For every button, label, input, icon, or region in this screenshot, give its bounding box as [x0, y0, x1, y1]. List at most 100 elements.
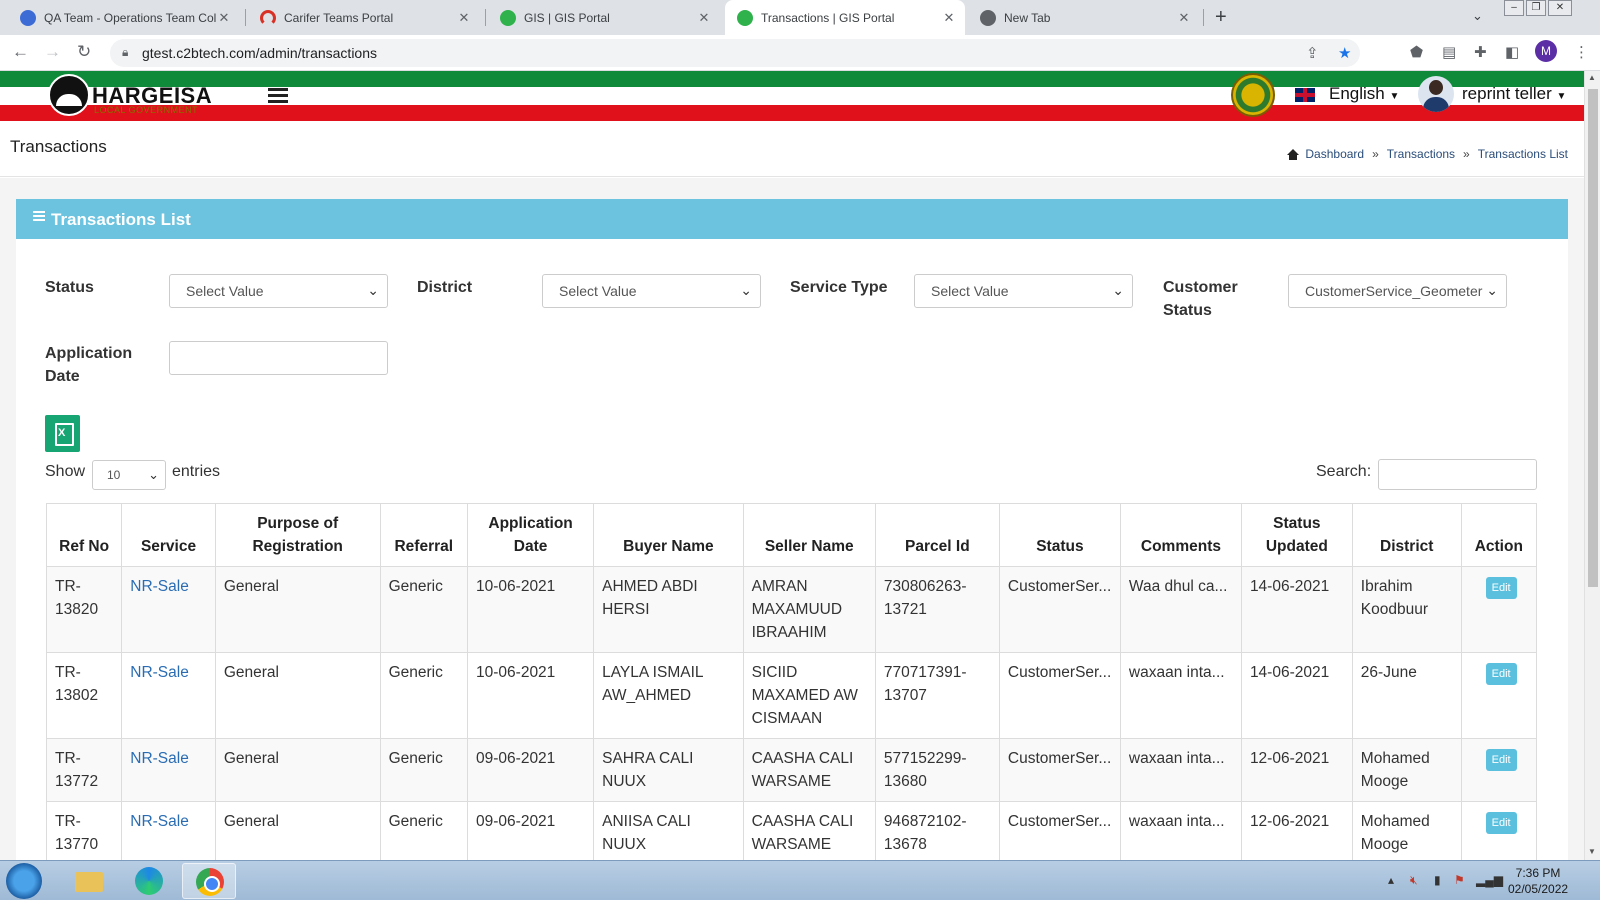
search-label: Search:: [1316, 463, 1372, 480]
taskbar-edge[interactable]: [122, 863, 176, 899]
cell-status-updated: 12-06-2021: [1240, 738, 1353, 802]
tray-network-error-icon[interactable]: ⚑: [1454, 873, 1465, 887]
profile-avatar[interactable]: M: [1535, 40, 1557, 62]
column-header[interactable]: Application Date: [467, 503, 595, 567]
column-header[interactable]: Seller Name: [742, 503, 876, 567]
table-row: TR-13802 NR-Sale General Generic 10-06-2…: [45, 652, 1538, 739]
customer-status-filter-select[interactable]: CustomerService_Geometer ⌄: [1288, 274, 1507, 308]
edit-button[interactable]: Edit: [1485, 577, 1517, 599]
breadcrumb-separator: »: [1372, 147, 1379, 161]
scroll-up-icon[interactable]: ▲: [1588, 73, 1596, 82]
search-input[interactable]: [1378, 459, 1537, 490]
chevron-down-icon: ⌄: [740, 282, 752, 298]
column-header[interactable]: Status: [998, 503, 1121, 567]
close-window-icon[interactable]: ✕: [1548, 0, 1572, 16]
tray-expand-icon[interactable]: ▴: [1388, 873, 1394, 887]
service-link[interactable]: NR-Sale: [130, 578, 189, 595]
edge-icon: [135, 867, 163, 895]
close-tab-icon[interactable]: ✕: [1176, 10, 1192, 26]
minimize-window-icon[interactable]: –: [1504, 0, 1524, 16]
close-tab-icon[interactable]: ✕: [941, 10, 957, 26]
column-header[interactable]: Buyer Name: [593, 503, 744, 567]
edit-button[interactable]: Edit: [1485, 663, 1517, 685]
cell-buyer-name: AHMED ABDI HERSI: [593, 566, 744, 653]
browser-tab-carifer[interactable]: Carifer Teams Portal ✕: [248, 0, 480, 35]
extensions-puzzle-icon[interactable]: ✚: [1474, 43, 1487, 61]
column-header[interactable]: Ref No: [45, 503, 123, 567]
hamburger-menu-icon[interactable]: [268, 88, 288, 106]
extension-shield-icon[interactable]: ⬟: [1410, 43, 1423, 61]
browser-tab-transactions[interactable]: Transactions | GIS Portal ✕: [725, 0, 965, 35]
start-button[interactable]: [6, 863, 42, 899]
breadcrumb-dashboard[interactable]: Dashboard: [1305, 147, 1364, 161]
cell-parcel-id: 946872102-13678: [874, 801, 1000, 865]
service-link[interactable]: NR-Sale: [130, 664, 189, 681]
export-excel-button[interactable]: [45, 415, 80, 452]
close-tab-icon[interactable]: ✕: [456, 10, 472, 26]
tab-title: Carifer Teams Portal: [284, 10, 394, 25]
application-date-input[interactable]: [169, 341, 388, 375]
tray-speaker-muted-icon[interactable]: 🔇︎: [1410, 873, 1418, 888]
column-header[interactable]: Purpose of Registration: [214, 503, 381, 567]
taskbar-file-explorer[interactable]: [62, 863, 116, 899]
cell-status-updated: 14-06-2021: [1240, 652, 1353, 739]
cell-ref-no: TR-13820: [45, 566, 123, 653]
breadcrumb-transactions[interactable]: Transactions: [1387, 147, 1455, 161]
page-scrollbar[interactable]: ▲ ▼: [1584, 71, 1600, 860]
page-length-select[interactable]: 10 ⌄: [92, 460, 166, 490]
service-type-filter-value: Select Value: [931, 283, 1009, 299]
user-menu-dropdown[interactable]: reprint teller ▼: [1462, 84, 1566, 104]
scrollbar-thumb[interactable]: [1588, 89, 1598, 587]
new-tab-plus-icon[interactable]: +: [1215, 6, 1227, 29]
cell-buyer-name: ANIISA CALI NUUX: [593, 801, 744, 865]
folder-icon: [75, 872, 103, 892]
status-filter-value: Select Value: [186, 283, 264, 299]
extension-clipboard-icon[interactable]: ▤: [1442, 43, 1456, 61]
column-header[interactable]: Comments: [1119, 503, 1242, 567]
taskbar-chrome[interactable]: [182, 863, 236, 899]
side-panel-icon[interactable]: ◧: [1505, 43, 1519, 61]
edit-button[interactable]: Edit: [1485, 812, 1517, 834]
column-header: Action: [1460, 503, 1538, 567]
language-dropdown[interactable]: English ▼: [1329, 84, 1399, 104]
district-filter-select[interactable]: Select Value ⌄: [542, 274, 761, 308]
tray-signal-icon[interactable]: ▂▄▆: [1476, 873, 1503, 887]
chevron-down-icon: ⌄: [148, 467, 159, 482]
cell-seller-name: CAASHA CALI WARSAME: [742, 738, 876, 802]
status-filter-select[interactable]: Select Value ⌄: [169, 274, 388, 308]
logo-subtext: LOCAL GOVERNMENT: [94, 105, 199, 115]
scroll-down-icon[interactable]: ▼: [1588, 847, 1596, 856]
username-label: reprint teller: [1462, 84, 1552, 103]
back-arrow-icon[interactable]: ←: [12, 42, 29, 62]
column-header[interactable]: District: [1351, 503, 1462, 567]
service-link[interactable]: NR-Sale: [130, 750, 189, 767]
browser-tab-qa-team[interactable]: QA Team - Operations Team Coll ✕: [8, 0, 240, 35]
service-link[interactable]: NR-Sale: [130, 813, 189, 830]
logo-icon[interactable]: [48, 74, 90, 116]
site-header: HARGEISA LOCAL GOVERNMENT English ▼ repr…: [0, 71, 1584, 121]
system-clock[interactable]: 7:36 PM 02/05/2022: [1508, 865, 1568, 897]
user-avatar[interactable]: [1418, 76, 1454, 112]
share-icon[interactable]: ⇪: [1306, 44, 1319, 62]
column-header[interactable]: Parcel Id: [874, 503, 1000, 567]
column-header[interactable]: Referral: [379, 503, 469, 567]
service-type-filter-select[interactable]: Select Value ⌄: [914, 274, 1133, 308]
tab-search-chevron-icon[interactable]: ⌄: [1472, 8, 1483, 24]
column-header[interactable]: Service: [121, 503, 216, 567]
browser-tab-gis-portal[interactable]: GIS | GIS Portal ✕: [488, 0, 720, 35]
edit-button[interactable]: Edit: [1485, 749, 1517, 771]
bookmark-star-icon[interactable]: ★: [1338, 44, 1351, 62]
government-emblem-icon: [1231, 73, 1275, 117]
forward-arrow-icon[interactable]: →: [44, 42, 61, 62]
reload-icon[interactable]: ↻: [77, 42, 91, 62]
service-type-filter-label: Service Type: [790, 279, 888, 296]
cell-district: 26-June: [1351, 652, 1462, 739]
restore-window-icon[interactable]: ❐: [1526, 0, 1546, 16]
address-bar[interactable]: 🔒︎ gtest.c2btech.com/admin/transactions …: [110, 39, 1360, 67]
tray-battery-icon[interactable]: ▮: [1434, 873, 1441, 887]
close-tab-icon[interactable]: ✕: [216, 10, 232, 26]
column-header[interactable]: Status Updated: [1240, 503, 1353, 567]
browser-tab-new-tab[interactable]: New Tab ✕: [968, 0, 1200, 35]
more-menu-icon[interactable]: ⋮: [1574, 43, 1589, 61]
close-tab-icon[interactable]: ✕: [696, 10, 712, 26]
